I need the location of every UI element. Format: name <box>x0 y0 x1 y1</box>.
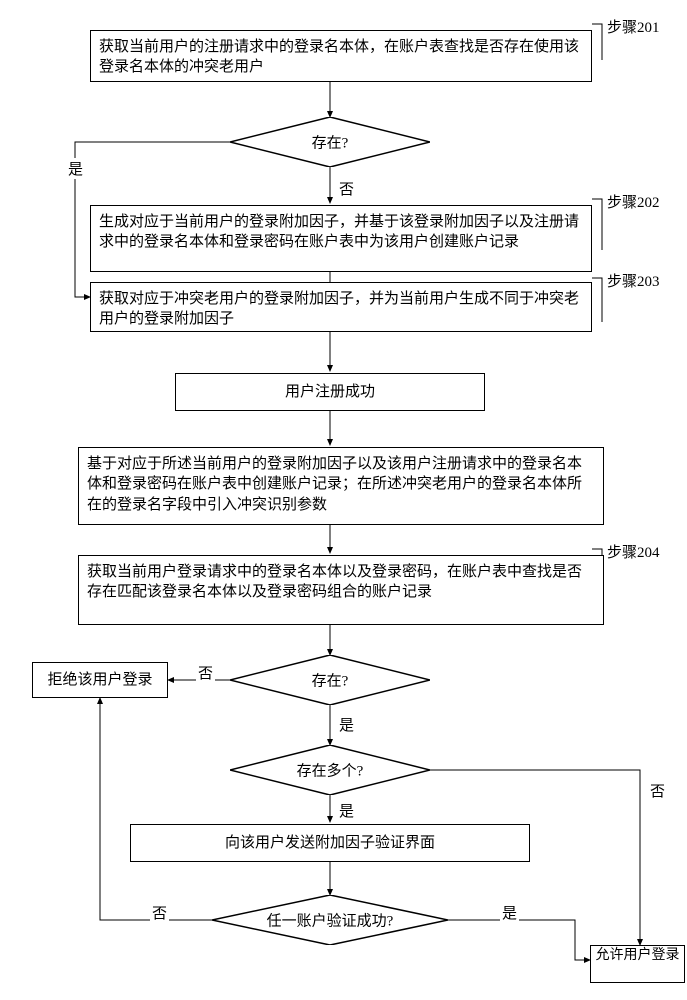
edge-no: 否 <box>196 662 215 683</box>
edge-no: 否 <box>150 902 169 923</box>
decision-verify-success: 任一账户验证成功? <box>212 895 448 945</box>
decision-label: 存在? <box>230 132 430 153</box>
decision-label: 任一账户验证成功? <box>212 910 448 931</box>
node-check-conflict: 获取当前用户的注册请求中的登录名本体，在账户表查找是否存在使用该登录名本体的冲突… <box>90 30 592 82</box>
step-label-201: 步骤201 <box>607 16 660 37</box>
node-login-lookup: 获取当前用户登录请求中的登录名本体以及登录密码，在账户表中查找是否存在匹配该登录… <box>78 555 604 625</box>
node-reject-login: 拒绝该用户登录 <box>32 662 168 698</box>
node-send-verify-ui: 向该用户发送附加因子验证界面 <box>130 824 530 862</box>
decision-label: 存在? <box>230 670 430 691</box>
decision-exists-2: 存在? <box>230 655 430 705</box>
decision-label: 存在多个? <box>230 760 430 781</box>
edge-yes: 是 <box>337 800 356 821</box>
edge-yes: 是 <box>66 158 85 179</box>
node-allow-login: 允许用户登录 <box>590 945 685 983</box>
node-generate-factor-new: 生成对应于当前用户的登录附加因子，并基于该登录附加因子以及注册请求中的登录名本体… <box>90 205 592 272</box>
edge-no: 否 <box>648 780 667 801</box>
edge-yes: 是 <box>500 902 519 923</box>
step-label-204: 步骤204 <box>607 541 660 562</box>
step-label-202: 步骤202 <box>607 191 660 212</box>
decision-multiple: 存在多个? <box>230 745 430 795</box>
node-get-old-factor: 获取对应于冲突老用户的登录附加因子，并为当前用户生成不同于冲突老用户的登录附加因… <box>90 282 592 332</box>
decision-exists-1: 存在? <box>230 117 430 167</box>
node-create-record-conflict: 基于对应于所述当前用户的登录附加因子以及该用户注册请求中的登录名本体和登录密码在… <box>78 447 604 525</box>
edge-no: 否 <box>337 178 356 199</box>
edge-yes: 是 <box>337 714 356 735</box>
node-register-success: 用户注册成功 <box>175 373 485 411</box>
step-label-203: 步骤203 <box>607 270 660 291</box>
